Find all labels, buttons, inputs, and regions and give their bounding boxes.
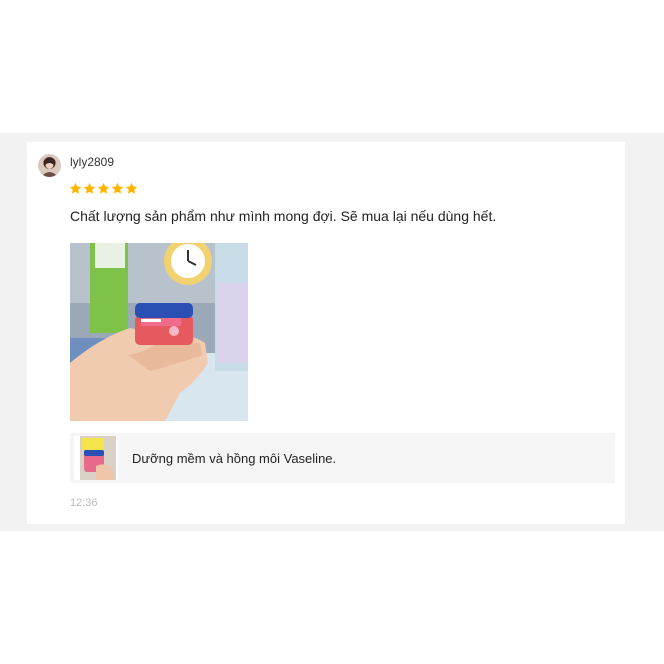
review-comment: Chất lượng sản phẩm như mình mong đợi. S…: [70, 208, 497, 224]
star-icon: [125, 182, 138, 194]
username[interactable]: lyly2809: [70, 155, 114, 169]
avatar[interactable]: [38, 154, 61, 177]
review-photo[interactable]: [70, 243, 248, 421]
product-name[interactable]: Dưỡng mềm và hồng môi Vaseline.: [132, 451, 336, 466]
product-thumbnail[interactable]: [74, 436, 118, 480]
star-icon: [69, 182, 82, 194]
product-link[interactable]: Dưỡng mềm và hồng môi Vaseline.: [70, 433, 615, 483]
star-icon: [83, 182, 96, 194]
review-timestamp: 12:36: [70, 497, 98, 509]
rating-stars: [69, 182, 139, 196]
review-card: lyly2809 Chất lượng sản phẩm như mình mo…: [27, 142, 625, 524]
star-icon: [111, 182, 124, 194]
star-icon: [97, 182, 110, 194]
